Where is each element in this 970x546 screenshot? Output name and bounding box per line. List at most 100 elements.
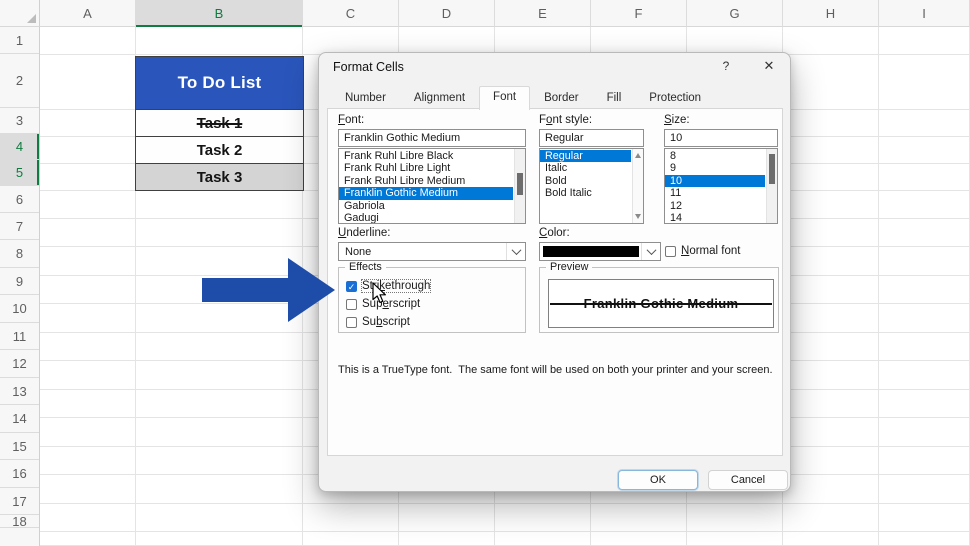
column-header-I[interactable]: I (879, 0, 970, 27)
select-all-corner[interactable] (0, 0, 40, 27)
row-header-9[interactable]: 9 (0, 268, 39, 295)
tab-alignment[interactable]: Alignment (400, 87, 479, 109)
font-style-list[interactable]: Regular Italic Bold Bold Italic (539, 148, 644, 224)
font-option[interactable]: Frank Ruhl Libre Black (339, 150, 513, 162)
row-header-3[interactable]: 3 (0, 108, 39, 134)
size-option[interactable]: 10 (665, 174, 765, 188)
row-header-15[interactable]: 15 (0, 433, 39, 460)
gridline (40, 503, 970, 504)
font-option[interactable]: Gabriola (339, 200, 513, 212)
size-option[interactable]: 9 (665, 162, 765, 174)
row-header-6[interactable]: 6 (0, 186, 39, 213)
underline-label: Underline: (338, 227, 391, 239)
column-header-D[interactable]: D (399, 0, 495, 27)
scroll-up-icon[interactable] (635, 153, 641, 158)
mouse-cursor-icon (372, 282, 386, 304)
row-header-7[interactable]: 7 (0, 213, 39, 240)
row-header-5[interactable]: 5 (0, 160, 39, 186)
truetype-description: This is a TrueType font. The same font w… (338, 364, 773, 376)
subscript-row[interactable]: Subscript (346, 316, 410, 328)
column-header-B[interactable]: B (136, 0, 303, 27)
font-option[interactable]: Franklin Gothic Medium (339, 187, 513, 200)
scrollbar-thumb[interactable] (769, 154, 775, 184)
row-header-13[interactable]: 13 (0, 378, 39, 405)
row-header-10[interactable]: 10 (0, 295, 39, 323)
column-header-C[interactable]: C (303, 0, 399, 27)
size-input[interactable]: 10 (664, 129, 778, 147)
column-header-A[interactable]: A (40, 0, 136, 27)
font-style-option[interactable]: Bold (540, 175, 631, 187)
superscript-checkbox[interactable] (346, 298, 357, 310)
font-style-label: Font style: (539, 114, 593, 126)
row-header-11[interactable]: 11 (0, 323, 39, 350)
normal-font-checkbox[interactable] (665, 245, 676, 257)
format-cells-dialog: Format Cells ? ✕ Number Alignment Font Bord… (318, 52, 791, 492)
row-headers: 1 2 3 4 5 6 7 8 9 10 11 12 13 14 15 16 17 18 (0, 27, 40, 546)
superscript-label: Superscript (362, 298, 421, 310)
tab-number[interactable]: Number (331, 87, 400, 109)
column-header-H[interactable]: H (783, 0, 879, 27)
todo-task-cell[interactable]: Task 1 (136, 109, 303, 136)
font-style-option[interactable]: Bold Italic (540, 187, 631, 199)
todo-header-cell[interactable]: To Do List (136, 57, 303, 109)
tab-fill[interactable]: Fill (593, 87, 636, 109)
subscript-checkbox[interactable] (346, 316, 357, 328)
size-option[interactable]: 11 (665, 187, 765, 199)
row-header-16[interactable]: 16 (0, 460, 39, 488)
preview-group: Preview Franklin Gothic Medium (539, 261, 779, 333)
font-style-input[interactable]: Regular (539, 129, 644, 147)
tab-font[interactable]: Font (479, 86, 531, 110)
underline-dropdown[interactable]: None (338, 242, 526, 261)
cancel-button[interactable]: Cancel (708, 470, 788, 490)
font-option[interactable]: Frank Ruhl Libre Medium (339, 175, 513, 187)
chevron-down-icon[interactable] (506, 243, 525, 260)
ok-button[interactable]: OK (618, 470, 698, 490)
todo-task-cell[interactable]: Task 3 (136, 163, 303, 190)
row-header-4[interactable]: 4 (0, 134, 39, 160)
color-swatch (543, 246, 639, 257)
row-header-14[interactable]: 14 (0, 405, 39, 433)
size-list[interactable]: 8 9 10 11 12 14 (664, 148, 778, 224)
todo-table: To Do List Task 1 Task 2 Task 3 (135, 56, 304, 191)
row-header-2[interactable]: 2 (0, 54, 39, 108)
chevron-down-icon[interactable] (641, 243, 660, 260)
effects-legend: Effects (345, 261, 386, 273)
preview-legend: Preview (546, 261, 593, 273)
todo-task-cell[interactable]: Task 2 (136, 136, 303, 163)
scroll-down-icon[interactable] (635, 214, 641, 219)
tab-protection[interactable]: Protection (635, 87, 715, 109)
row-header-12[interactable]: 12 (0, 350, 39, 378)
column-header-F[interactable]: F (591, 0, 687, 27)
font-option[interactable]: Frank Ruhl Libre Light (339, 162, 513, 174)
preview-text: Franklin Gothic Medium (583, 296, 739, 311)
font-list-scrollbar[interactable] (514, 149, 525, 223)
color-label: Color: (539, 227, 570, 239)
font-style-option[interactable]: Regular (540, 150, 631, 163)
row-header-1[interactable]: 1 (0, 27, 39, 54)
font-list[interactable]: Frank Ruhl Libre Black Frank Ruhl Libre L… (338, 148, 526, 224)
size-option[interactable]: 14 (665, 212, 765, 223)
tab-border[interactable]: Border (530, 87, 593, 109)
strikethrough-checkbox[interactable]: ✓ (346, 280, 357, 292)
font-input[interactable]: Franklin Gothic Medium (338, 129, 526, 147)
strikethrough-row[interactable]: ✓ Strikethrough (346, 279, 432, 293)
scrollbar-thumb[interactable] (517, 173, 523, 195)
size-option[interactable]: 12 (665, 200, 765, 212)
font-option[interactable]: Gadugi (339, 212, 513, 223)
color-dropdown[interactable] (539, 242, 661, 261)
font-label: Font: (338, 114, 365, 126)
font-style-option[interactable]: Italic (540, 162, 631, 174)
close-icon[interactable]: ✕ (760, 58, 778, 74)
size-option[interactable]: 8 (665, 150, 765, 162)
size-list-scrollbar[interactable] (766, 149, 777, 223)
font-style-list-scrollbar[interactable] (632, 149, 643, 223)
row-header-17[interactable]: 17 (0, 488, 39, 515)
column-header-G[interactable]: G (687, 0, 783, 27)
row-header-8[interactable]: 8 (0, 240, 39, 268)
normal-font-checkbox-row[interactable]: Normal font (665, 245, 740, 257)
column-header-E[interactable]: E (495, 0, 591, 27)
preview-box: Franklin Gothic Medium (548, 279, 774, 328)
row-header-18[interactable]: 18 (0, 514, 39, 529)
preview-strike-line (736, 303, 772, 305)
help-icon[interactable]: ? (718, 59, 734, 73)
